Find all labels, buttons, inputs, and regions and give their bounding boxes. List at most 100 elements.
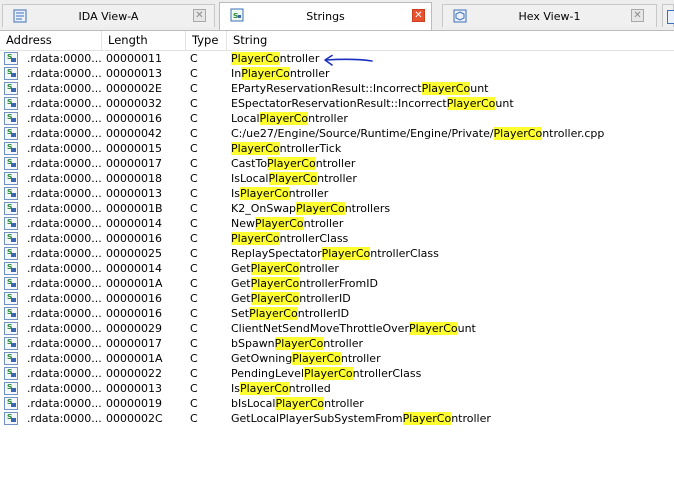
type-cell: C [190,412,198,425]
type-cell: C [190,367,198,380]
table-row[interactable]: s .rdata:0000... 00000015 C PlayerController… [0,141,674,156]
search-match-highlight: PlayerCo [274,337,324,350]
table-row[interactable]: s .rdata:0000... 00000022 C PendingLevelPlay… [0,366,674,381]
table-row[interactable]: s .rdata:0000... 00000016 C PlayerController… [0,231,674,246]
table-row[interactable]: s .rdata:0000... 0000002E C EPartyReservatio… [0,81,674,96]
type-cell: C [190,247,198,260]
tab-strings[interactable]: s Strings ✕ [219,2,432,30]
string-cell: C:/ue27/Engine/Source/Runtime/Engine/Pri… [231,127,604,140]
type-cell: C [190,97,198,110]
search-match-highlight: PlayerCo [239,187,289,200]
string-suffix: ntroller [303,217,344,230]
table-row[interactable]: s .rdata:0000... 00000042 C C:/ue27/Engine/S… [0,126,674,141]
table-row[interactable]: s .rdata:0000... 00000029 C ClientNetSendMov… [0,321,674,336]
type-cell: C [190,67,198,80]
address-cell: .rdata:0000... [27,307,102,320]
table-row[interactable]: s .rdata:0000... 00000025 C ReplaySpectatorP… [0,246,674,261]
close-icon[interactable]: ✕ [412,9,425,22]
length-cell: 0000001A [106,352,163,365]
table-row[interactable]: s .rdata:0000... 0000002C C GetLocalPlayerSu… [0,411,674,426]
length-cell: 00000017 [106,337,162,350]
string-icon: s [4,277,18,290]
tab-ida-view-a[interactable]: IDA View-A ✕ [2,4,215,27]
tab-overflow[interactable] [662,4,674,27]
type-cell: C [190,157,198,170]
type-cell: C [190,142,198,155]
address-cell: .rdata:0000... [27,322,102,335]
string-icon: s [4,412,18,425]
annotation-arrow [324,54,373,66]
table-row[interactable]: s .rdata:0000... 0000001A C GetOwningPlayerC… [0,351,674,366]
length-cell: 00000016 [106,112,162,125]
search-match-highlight: PlayerCo [296,202,345,215]
close-icon[interactable]: ✕ [631,9,644,22]
table-row[interactable]: s .rdata:0000... 00000013 C IsPlayerControll… [0,381,674,396]
column-header-type[interactable]: Type [186,33,226,48]
search-match-highlight: PlayerCo [402,412,452,425]
string-cell: PendingLevelPlayerControllerClass [231,367,421,380]
string-cell: PlayerControllerTick [231,142,341,155]
address-cell: .rdata:0000... [27,232,102,245]
type-cell: C [190,292,198,305]
table-row[interactable]: s .rdata:0000... 00000013 C IsPlayerControll… [0,186,674,201]
close-icon[interactable]: ✕ [193,9,206,22]
table-row[interactable]: s .rdata:0000... 00000016 C LocalPlayerContr… [0,111,674,126]
search-match-highlight: PlayerCo [408,322,458,335]
table-row[interactable]: s .rdata:0000... 00000016 C SetPlayerControl… [0,306,674,321]
string-prefix: K2_OnSwap [231,202,297,215]
string-icon: s [4,292,18,305]
type-cell: C [190,397,198,410]
column-header-string[interactable]: String [227,33,674,48]
string-icon: s [4,232,18,245]
table-row[interactable]: s .rdata:0000... 0000001B C K2_OnSwapPlayerC… [0,201,674,216]
string-icon: s [4,262,18,275]
table-row[interactable]: s .rdata:0000... 00000013 C InPlayerControll… [0,66,674,81]
search-match-highlight: PlayerCo [446,97,496,110]
length-cell: 00000014 [106,217,162,230]
table-row[interactable]: s .rdata:0000... 0000001A C GetPlayerControl… [0,276,674,291]
address-cell: .rdata:0000... [27,112,102,125]
type-cell: C [190,127,198,140]
search-match-highlight: PlayerCo [241,67,290,80]
table-row[interactable]: s .rdata:0000... 00000019 CbIsLocalPlayerCo… [0,396,674,411]
string-icon: s [4,352,18,365]
string-suffix: unt [457,322,476,335]
length-cell: 00000018 [106,172,162,185]
search-match-highlight: PlayerCo [304,367,353,380]
search-match-highlight: PlayerCo [239,382,289,395]
string-suffix: ntroller [279,52,320,65]
length-cell: 0000001A [106,277,163,290]
address-cell: .rdata:0000... [27,142,102,155]
table-row[interactable]: s .rdata:0000... 00000016 C GetPlayerControl… [0,291,674,306]
string-icon: s [4,397,18,410]
string-icon: s [4,142,18,155]
string-cell: K2_OnSwapPlayerControllers [231,202,390,215]
string-suffix: ntrollerID [299,292,351,305]
address-cell: .rdata:0000... [27,352,102,365]
string-cell: CastToPlayerController [231,157,355,170]
string-suffix: ntrollerClass [352,367,422,380]
string-prefix: Is [231,382,240,395]
string-prefix: Get [231,292,251,305]
table-row[interactable]: s .rdata:0000... 00000014 C NewPlayerControl… [0,216,674,231]
length-cell: 00000013 [106,187,162,200]
column-header-length[interactable]: Length [102,33,185,48]
string-cell: PlayerControllerClass [231,232,348,245]
length-cell: 00000013 [106,67,162,80]
table-row[interactable]: s .rdata:0000... 00000017 CbSpawnPlayerCont… [0,336,674,351]
tab-hex-view-1[interactable]: Hex View-1 ✕ [442,4,657,27]
string-icon: s [4,307,18,320]
column-header-address[interactable]: Address [0,33,101,48]
length-cell: 00000017 [106,157,162,170]
table-row[interactable]: s .rdata:0000... 00000018 C IsLocalPlayerCon… [0,171,674,186]
type-cell: C [190,382,198,395]
tab-label: IDA View-A [78,10,139,23]
table-row[interactable]: s .rdata:0000... 00000014 C GetPlayerControl… [0,261,674,276]
search-match-highlight: PlayerCo [268,172,318,185]
string-prefix: bIsLocal [231,397,276,410]
address-cell: .rdata:0000... [27,397,102,410]
address-cell: .rdata:0000... [27,127,102,140]
table-row[interactable]: s .rdata:0000... 00000017 C CastToPlayerCont… [0,156,674,171]
table-row[interactable]: s .rdata:0000... 00000032 C ESpectatorReserv… [0,96,674,111]
search-match-highlight: PlayerCo [250,277,300,290]
